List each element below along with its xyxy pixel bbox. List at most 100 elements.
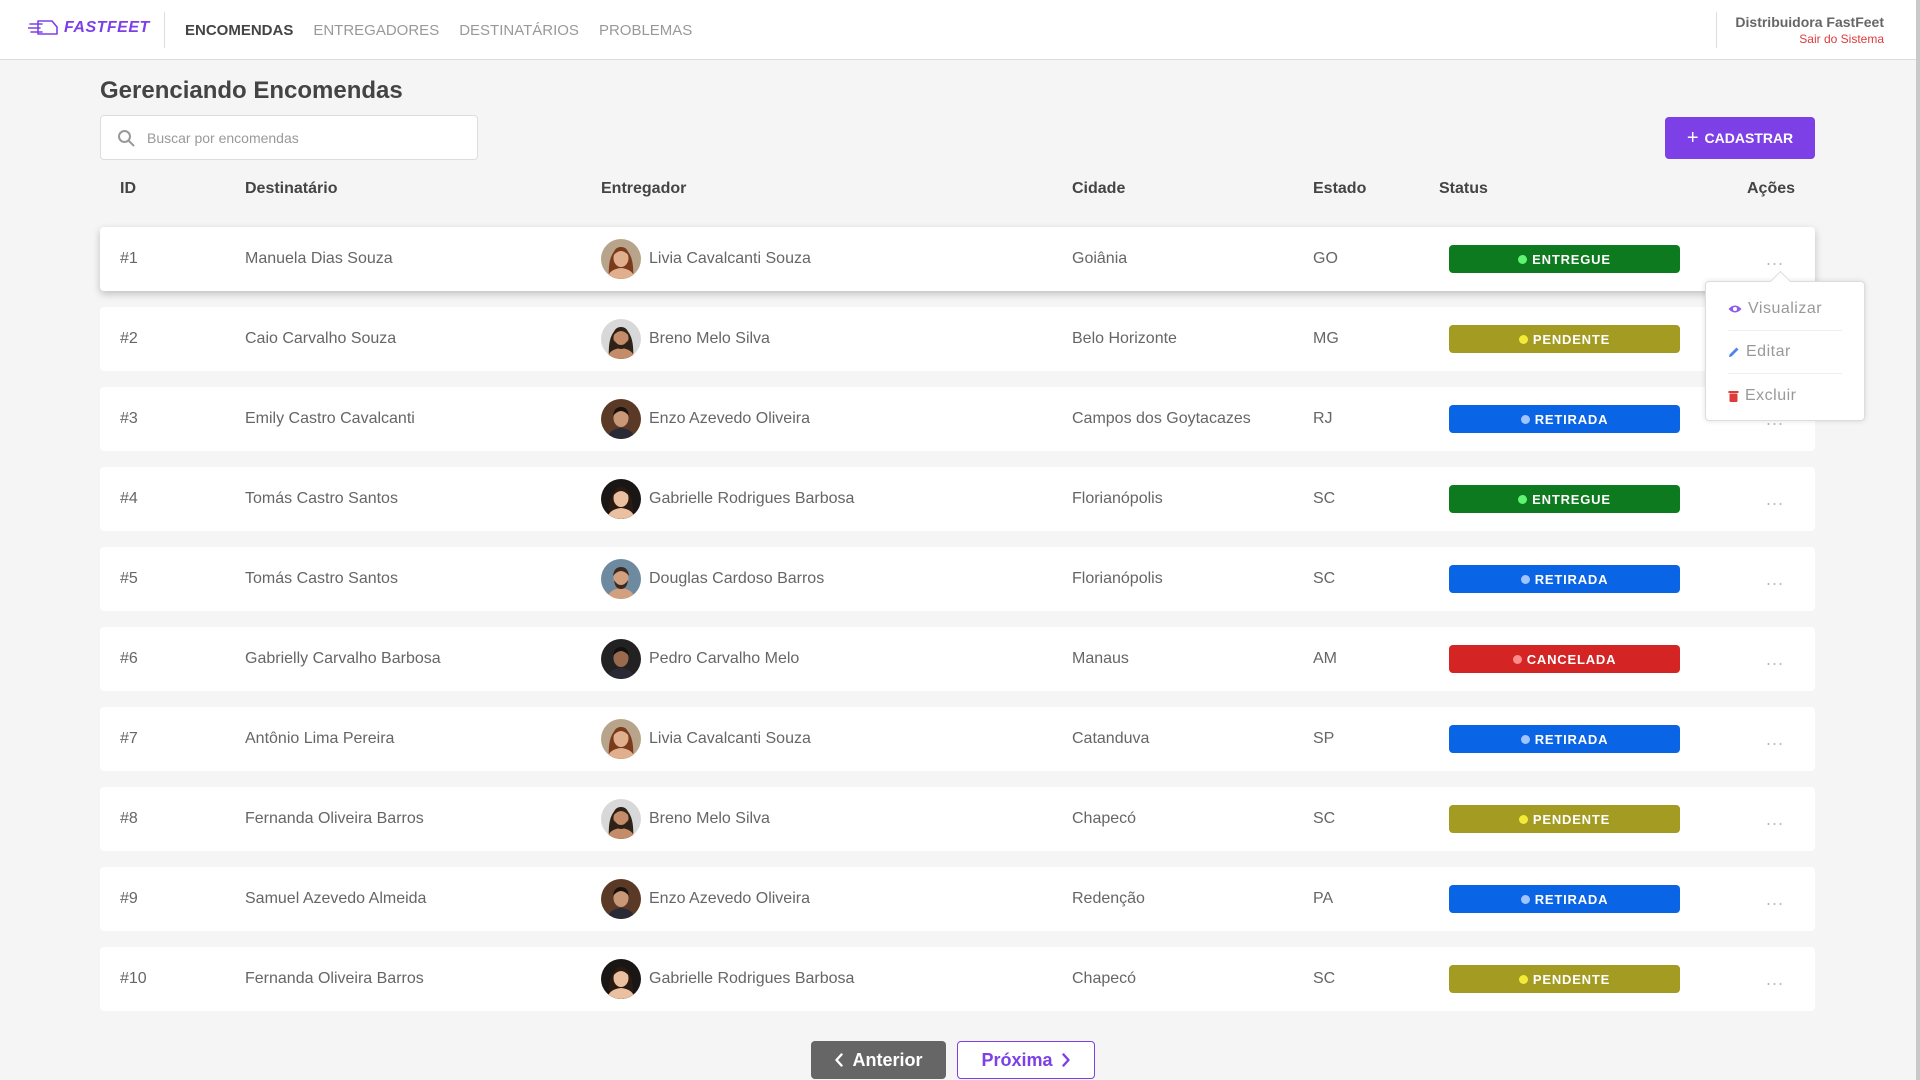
table-row: #1 Manuela Dias Souza Livia Cavalcanti Sou… <box>100 227 1815 291</box>
status-dot-icon <box>1518 494 1528 504</box>
nav-item-encomendas[interactable]: ENCOMENDAS <box>185 22 293 39</box>
deliveryman-name: Pedro Carvalho Melo <box>649 650 800 667</box>
search-icon <box>118 129 135 146</box>
truck-speed-icon <box>28 20 58 35</box>
actions-menu-button[interactable]: ... <box>1760 965 1790 993</box>
state: PA <box>1313 890 1334 907</box>
column-header-id: ID <box>120 180 136 197</box>
deliveryman-cell: Livia Cavalcanti Souza <box>601 707 811 771</box>
actions-menu-button[interactable]: ... <box>1760 565 1790 593</box>
order-id: #8 <box>120 810 138 827</box>
table-row: #2 Caio Carvalho Souza Breno Melo Silva Bel… <box>100 307 1815 371</box>
table-row: #3 Emily Castro Cavalcanti Enzo Azevedo Ol… <box>100 387 1815 451</box>
recipient-name: Manuela Dias Souza <box>245 250 393 267</box>
status-badge: RETIRADA <box>1449 725 1680 753</box>
table-row: #9 Samuel Azevedo Almeida Enzo Azevedo Oli… <box>100 867 1815 931</box>
recipient-name: Tomás Castro Santos <box>245 570 398 587</box>
order-id: #4 <box>120 490 138 507</box>
status-badge: PENDENTE <box>1449 805 1680 833</box>
actions-menu-button[interactable]: ... <box>1760 725 1790 753</box>
status-dot-icon <box>1520 414 1530 424</box>
status-dot-icon <box>1520 734 1530 744</box>
status-label: RETIRADA <box>1534 731 1609 747</box>
logout-link[interactable]: Sair do Sistema <box>1735 32 1884 46</box>
page-title: Gerenciando Encomendas <box>100 77 403 104</box>
search-input[interactable] <box>147 129 447 146</box>
page-scrollbar[interactable] <box>1916 0 1920 1080</box>
status-badge: PENDENTE <box>1449 325 1680 353</box>
next-page-label: Próxima <box>981 1049 1053 1070</box>
status-dot-icon <box>1512 654 1522 664</box>
order-id: #2 <box>120 330 138 347</box>
state: SC <box>1313 570 1336 587</box>
brand-name: FASTFEET <box>64 19 150 36</box>
actions-menu-button[interactable]: ... <box>1760 245 1790 273</box>
header-divider <box>1716 12 1717 48</box>
actions-menu-button[interactable]: ... <box>1760 885 1790 913</box>
top-navbar: FASTFEET ENCOMENDAS ENTREGADORES DESTINA… <box>0 0 1920 60</box>
recipient-name: Emily Castro Cavalcanti <box>245 410 415 427</box>
state: GO <box>1313 250 1338 267</box>
nav-item-problemas[interactable]: PROBLEMAS <box>599 22 692 39</box>
column-header-state: Estado <box>1313 180 1367 197</box>
recipient-name: Gabrielly Carvalho Barbosa <box>245 650 441 667</box>
deliveryman-name: Gabrielle Rodrigues Barbosa <box>649 490 855 507</box>
dropdown-item-excluir[interactable]: Excluir <box>1728 374 1842 417</box>
status-dot-icon <box>1520 574 1530 584</box>
column-header-deliveryman: Entregador <box>601 180 687 197</box>
chevron-left-icon <box>835 1053 844 1067</box>
dropdown-label: Excluir <box>1745 386 1797 404</box>
add-order-button[interactable]: + CADASTRAR <box>1665 117 1815 159</box>
order-id: #1 <box>120 250 138 267</box>
status-label: PENDENTE <box>1532 971 1611 987</box>
column-header-actions: Ações <box>1747 180 1796 197</box>
city: Catanduva <box>1072 730 1150 747</box>
table-row: #7 Antônio Lima Pereira Livia Cavalcanti S… <box>100 707 1815 771</box>
city: Florianópolis <box>1072 570 1163 587</box>
status-badge: CANCELADA <box>1449 645 1680 673</box>
dropdown-item-editar[interactable]: Editar <box>1728 331 1842 374</box>
main-nav: ENCOMENDAS ENTREGADORES DESTINATÁRIOS PR… <box>185 22 692 39</box>
status-badge: RETIRADA <box>1449 885 1680 913</box>
city: Belo Horizonte <box>1072 330 1177 347</box>
pencil-icon <box>1729 347 1739 357</box>
deliveryman-cell: Breno Melo Silva <box>601 307 770 371</box>
avatar <box>601 239 641 279</box>
deliveryman-name: Enzo Azevedo Oliveira <box>649 410 810 427</box>
column-header-city: Cidade <box>1072 180 1126 197</box>
status-badge: ENTREGUE <box>1449 485 1680 513</box>
fastfeet-logo[interactable]: FASTFEET <box>28 18 150 38</box>
column-header-status: Status <box>1439 180 1488 197</box>
actions-menu-button[interactable]: ... <box>1760 485 1790 513</box>
chevron-right-icon <box>1061 1053 1070 1067</box>
state: SP <box>1313 730 1335 747</box>
status-dot-icon <box>1518 814 1528 824</box>
plus-icon: + <box>1686 127 1699 149</box>
order-id: #6 <box>120 650 138 667</box>
nav-item-destinatarios[interactable]: DESTINATÁRIOS <box>459 22 579 39</box>
state: MG <box>1313 330 1339 347</box>
status-dot-icon <box>1518 974 1528 984</box>
previous-page-button[interactable]: Anterior <box>811 1041 946 1079</box>
add-order-label: CADASTRAR <box>1704 130 1794 146</box>
actions-menu-button[interactable]: ... <box>1760 645 1790 673</box>
header-divider <box>164 12 165 48</box>
user-profile: Distribuidora FastFeet Sair do Sistema <box>1735 14 1884 46</box>
avatar <box>601 399 641 439</box>
actions-menu-button[interactable]: ... <box>1760 805 1790 833</box>
column-header-recipient: Destinatário <box>245 180 338 197</box>
dropdown-item-visualizar[interactable]: Visualizar <box>1728 288 1842 331</box>
dropdown-label: Editar <box>1746 343 1791 360</box>
table-row: #8 Fernanda Oliveira Barros Breno Melo Sil… <box>100 787 1815 851</box>
deliveryman-name: Breno Melo Silva <box>649 330 770 347</box>
status-label: RETIRADA <box>1534 571 1609 587</box>
status-dot-icon <box>1518 334 1528 344</box>
next-page-button[interactable]: Próxima <box>957 1041 1095 1079</box>
state: RJ <box>1313 410 1333 427</box>
status-label: PENDENTE <box>1532 811 1611 827</box>
state: AM <box>1313 650 1337 667</box>
avatar <box>601 799 641 839</box>
recipient-name: Caio Carvalho Souza <box>245 330 397 347</box>
nav-item-entregadores[interactable]: ENTREGADORES <box>313 22 439 39</box>
status-label: RETIRADA <box>1534 411 1609 427</box>
